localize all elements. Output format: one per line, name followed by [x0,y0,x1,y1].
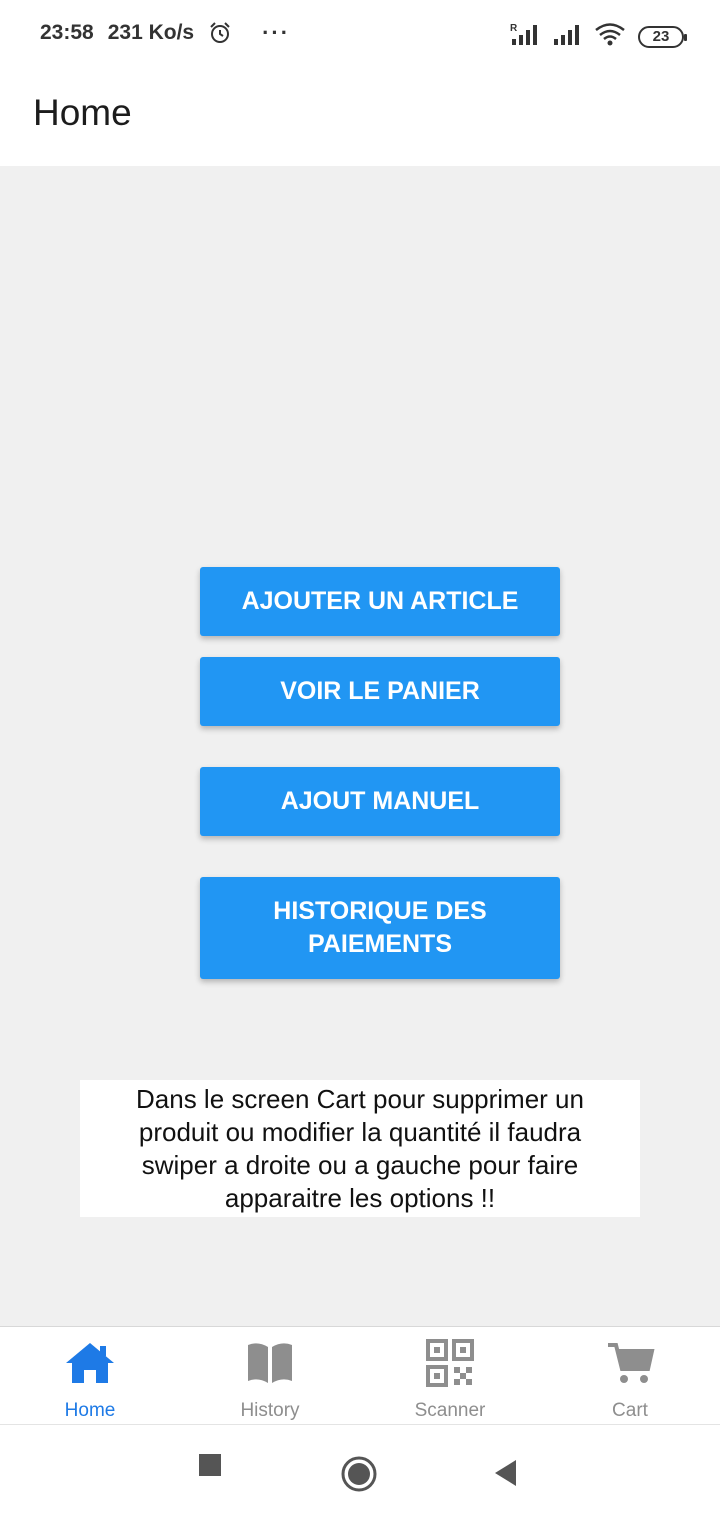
signal-icon [552,22,582,51]
status-time: 23:58 [40,21,94,44]
back-icon[interactable] [494,1459,518,1492]
add-article-button[interactable]: AJOUTER UN ARTICLE [200,567,560,636]
wifi-icon [594,22,626,51]
status-speed: 231 Ko/s [107,21,195,44]
tab-cart[interactable]: Cart [540,1327,720,1424]
home-icon [64,1339,116,1392]
svg-text:R: R [510,23,518,34]
status-left: 23:58 231 Ko/s ··· [40,20,290,46]
bottom-tab-bar: Home History Scanner Cart [0,1326,720,1424]
status-right: R 23 [510,22,687,51]
payment-history-button[interactable]: HISTORIQUE DES PAIEMENTS [200,877,560,979]
tab-scanner-label: Scanner [414,1400,486,1421]
home-circle-icon[interactable] [340,1455,378,1498]
qr-code-icon [424,1339,476,1392]
tab-home[interactable]: Home [0,1327,180,1424]
status-bar: 23:58 231 Ko/s ··· R 23 [0,0,720,70]
tab-history-label: History [240,1400,300,1421]
screen: 23:58 231 Ko/s ··· R 23 Home AJOUTER UN … [0,0,720,1520]
cart-icon [604,1339,656,1392]
system-navigation-bar [0,1424,720,1520]
tab-cart-label: Cart [612,1400,648,1421]
tab-home-label: Home [64,1400,116,1421]
page-title: Home [33,92,132,133]
manual-add-button[interactable]: AJOUT MANUEL [200,767,560,836]
tab-scanner[interactable]: Scanner [360,1327,540,1424]
battery-icon: 23 [638,25,687,48]
book-icon [244,1339,296,1392]
tab-history[interactable]: History [180,1327,360,1424]
more-dots: ··· [262,20,291,45]
info-message: Dans le screen Cart pour supprimer un pr… [80,1080,640,1217]
app-bar: Home [0,70,720,166]
recents-icon[interactable] [198,1453,222,1482]
signal-roaming-icon: R [510,22,540,51]
view-cart-button[interactable]: VOIR LE PANIER [200,657,560,726]
alarm-icon [208,21,232,45]
